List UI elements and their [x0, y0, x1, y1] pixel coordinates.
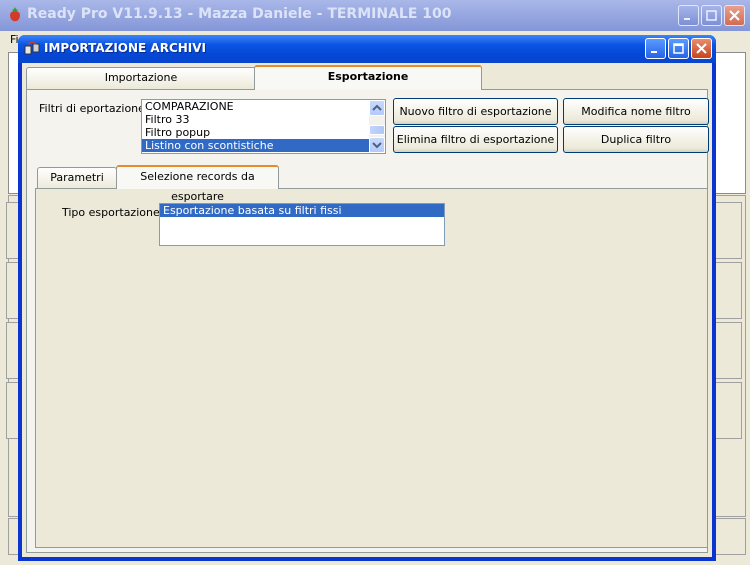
close-icon [696, 43, 707, 54]
export-type-label: Tipo esportazione : [62, 206, 167, 219]
delete-export-filter-button[interactable]: Elimina filtro di esportazione [393, 126, 558, 153]
main-title-bar[interactable]: Ready Pro V11.9.13 - Mazza Daniele - TER… [0, 0, 750, 31]
list-item[interactable]: COMPARAZIONE [142, 100, 385, 113]
main-window-title: Ready Pro V11.9.13 - Mazza Daniele - TER… [27, 6, 452, 22]
tab-selezione-records[interactable]: Selezione records da esportare [116, 165, 279, 203]
list-item[interactable]: Filtro popup [142, 126, 385, 139]
dialog-title: IMPORTAZIONE ARCHIVI [44, 41, 207, 55]
tab-parametri-filtro[interactable]: Parametri filtro [37, 167, 117, 204]
side-button[interactable] [712, 382, 742, 439]
minimize-icon [684, 18, 690, 20]
maximize-icon [706, 10, 717, 21]
strawberry-icon [10, 7, 20, 22]
minimize-icon [651, 51, 657, 53]
tab-esportazione[interactable]: Esportazione [254, 65, 482, 90]
duplicate-filter-button[interactable]: Duplica filtro [563, 126, 709, 153]
main-maximize-button[interactable] [701, 5, 722, 26]
chevron-down-icon [372, 142, 382, 149]
export-type-list[interactable]: Esportazione basata su filtri fissi [159, 203, 445, 246]
scroll-up-button[interactable] [369, 100, 385, 116]
list-item[interactable]: Filtro 33 [142, 113, 385, 126]
main-minimize-button[interactable] [678, 5, 699, 26]
import-archives-dialog: IMPORTAZIONE ARCHIVI Importazione Esport… [18, 35, 716, 561]
main-close-button[interactable] [724, 5, 745, 26]
scroll-thumb[interactable] [369, 125, 385, 135]
new-export-filter-button[interactable]: Nuovo filtro di esportazione [393, 98, 558, 125]
side-button[interactable] [712, 202, 742, 259]
dialog-title-bar[interactable]: IMPORTAZIONE ARCHIVI [18, 35, 716, 63]
side-button[interactable] [712, 322, 742, 379]
selezione-records-pane: Tipo esportazione : Esportazione basata … [35, 188, 708, 548]
close-icon [729, 10, 740, 21]
tab-importazione[interactable]: Importazione [26, 67, 256, 89]
rename-filter-button[interactable]: Modifica nome filtro [563, 98, 709, 125]
chevron-up-icon [372, 104, 382, 111]
export-filters-scrollbar[interactable] [369, 100, 385, 153]
maximize-icon [673, 43, 684, 54]
export-filters-list[interactable]: COMPARAZIONE Filtro 33 Filtro popup List… [141, 99, 386, 154]
dialog-body: Importazione Esportazione Filtri di epor… [22, 63, 712, 557]
dialog-minimize-button[interactable] [645, 38, 666, 59]
list-item[interactable]: Listino con scontistiche [142, 139, 369, 152]
dialog-maximize-button[interactable] [668, 38, 689, 59]
dialog-close-button[interactable] [691, 38, 712, 59]
export-filters-label: Filtri di eportazione : [39, 102, 153, 115]
dialog-app-icon [24, 41, 40, 55]
esportazione-pane: Filtri di eportazione : COMPARAZIONE Fil… [26, 89, 709, 553]
scroll-down-button[interactable] [369, 137, 385, 153]
side-button[interactable] [712, 262, 742, 319]
